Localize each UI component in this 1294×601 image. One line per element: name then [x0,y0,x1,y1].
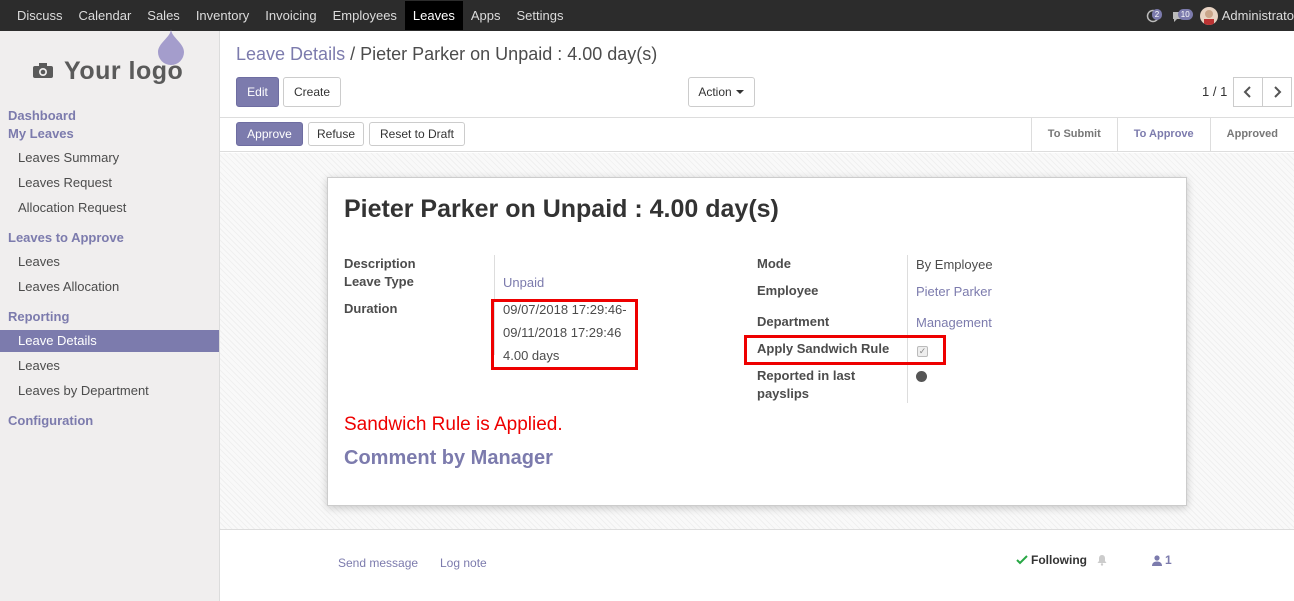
sidebar-leaves-to-approve[interactable]: Leaves to Approve [8,230,124,245]
sidebar-reporting[interactable]: Reporting [8,309,69,324]
menu-calendar[interactable]: Calendar [71,1,140,30]
department-label: Department [757,314,830,329]
log-note-button[interactable]: Log note [440,556,487,570]
sidebar-leave-details[interactable]: Leave Details [18,333,97,348]
sidebar-allocation-request[interactable]: Allocation Request [18,200,126,215]
message-count-badge: 10 [1177,9,1193,20]
breadcrumb-separator: / [350,44,356,64]
employee-label: Employee [757,283,819,298]
following-label: Following [1031,553,1087,567]
employee-value[interactable]: Pieter Parker [916,284,992,299]
leave-type-value[interactable]: Unpaid [503,275,544,290]
action-dropdown[interactable]: Action [688,77,755,107]
sidebar-configuration[interactable]: Configuration [8,413,93,428]
pager-previous-button[interactable] [1233,77,1263,107]
activity-button[interactable]: 2 [1146,0,1163,31]
mode-label: Mode [757,256,791,271]
stage-pipeline: To Submit To Approve Approved [1030,118,1294,151]
duration-label: Duration [344,301,398,316]
app-menu: Discuss Calendar Sales Inventory Invoici… [9,0,571,31]
mode-value[interactable]: By Employee [916,257,993,272]
user-menu[interactable]: Administrato [1199,6,1294,25]
form-sheet: Pieter Parker on Unpaid : 4.00 day(s) De… [327,177,1187,506]
menu-leaves[interactable]: Leaves [404,1,463,30]
user-name: Administrato [1221,8,1294,23]
company-logo[interactable]: Your logo [30,29,200,101]
reported-status-dot [916,371,927,382]
menu-discuss[interactable]: Discuss [9,1,71,30]
reset-to-draft-button[interactable]: Reset to Draft [369,122,465,146]
record-title: Pieter Parker on Unpaid : 4.00 day(s) [344,195,779,223]
following-button[interactable]: Following [1016,553,1087,567]
pager-next-button[interactable] [1262,77,1292,107]
pager-value: 1 / 1 [1202,84,1228,99]
sidebar-leaves-request[interactable]: Leaves Request [18,175,112,190]
chevron-right-icon [1274,86,1282,98]
action-label: Action [698,85,732,99]
followers-count: 1 [1165,553,1172,567]
sidebar-my-leaves[interactable]: My Leaves [8,126,74,141]
refuse-button[interactable]: Refuse [308,122,364,146]
sidebar-leaves-by-department[interactable]: Leaves by Department [18,383,149,398]
check-icon [1016,555,1028,565]
messages-button[interactable]: 10 [1172,0,1193,31]
sidebar: Your logo Dashboard My Leaves Leaves Sum… [0,29,220,601]
highlight-box-duration [491,299,638,370]
approve-button[interactable]: Approve [236,122,303,146]
sidebar-leaves[interactable]: Leaves [18,254,60,269]
user-icon [1152,554,1162,566]
send-message-button[interactable]: Send message [338,556,418,570]
sidebar-reporting-leaves[interactable]: Leaves [18,358,60,373]
menu-apps[interactable]: Apps [463,1,509,30]
description-label: Description [344,256,416,271]
camera-icon [33,63,53,78]
sandwich-notice: Sandwich Rule is Applied. [344,414,563,435]
activity-count-badge: 2 [1151,9,1163,20]
stage-to-approve[interactable]: To Approve [1116,118,1210,151]
top-navbar: Discuss Calendar Sales Inventory Invoici… [0,0,1294,31]
edit-button[interactable]: Edit [236,77,279,107]
stage-approved[interactable]: Approved [1209,118,1294,151]
chevron-left-icon [1243,86,1251,98]
caret-down-icon [735,90,744,94]
bell-icon[interactable] [1096,554,1108,566]
sidebar-leaves-summary[interactable]: Leaves Summary [18,150,119,165]
drop-icon [158,29,184,65]
menu-inventory[interactable]: Inventory [188,1,257,30]
breadcrumb-current: Pieter Parker on Unpaid : 4.00 day(s) [360,44,658,64]
highlight-box-sandwich [744,335,946,365]
sidebar-dashboard[interactable]: Dashboard [8,108,76,123]
breadcrumb: Leave Details / Pieter Parker on Unpaid … [236,44,657,65]
menu-invoicing[interactable]: Invoicing [257,1,324,30]
create-button[interactable]: Create [283,77,341,107]
department-value[interactable]: Management [916,315,992,330]
menu-settings[interactable]: Settings [508,1,571,30]
breadcrumb-parent[interactable]: Leave Details [236,44,345,64]
field-divider [907,255,908,403]
followers-button[interactable]: 1 [1152,553,1172,567]
menu-employees[interactable]: Employees [325,1,405,30]
leave-type-label: Leave Type [344,274,414,289]
sidebar-leaves-allocation[interactable]: Leaves Allocation [18,279,119,294]
comment-heading: Comment by Manager [344,447,553,469]
menu-sales[interactable]: Sales [139,1,188,30]
reported-label: Reported in last payslips [757,368,856,401]
stage-to-submit[interactable]: To Submit [1030,118,1117,151]
avatar [1199,6,1218,25]
status-bar: Approve Refuse Reset to Draft To Submit … [220,117,1294,152]
